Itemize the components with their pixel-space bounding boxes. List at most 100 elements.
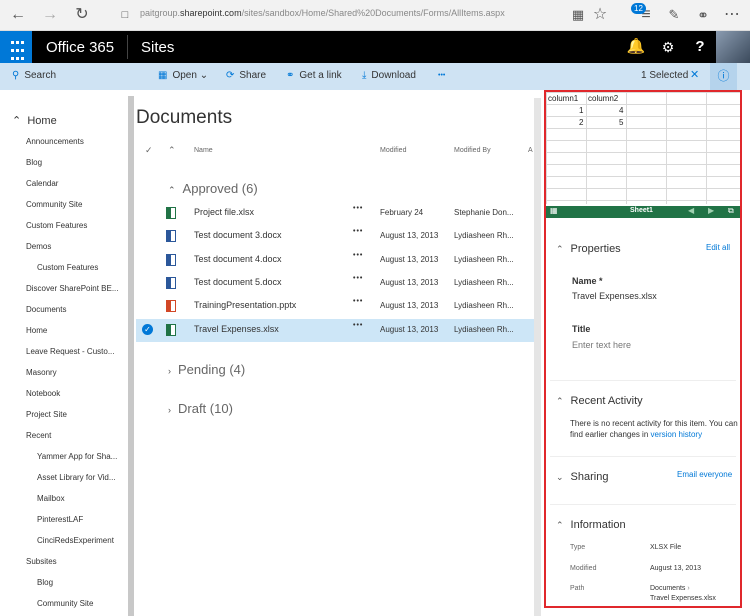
nav-item[interactable]: Subsites (26, 557, 57, 566)
more-browser-icon[interactable]: ⋯ (722, 5, 742, 25)
file-name[interactable]: Test document 3.docx (194, 230, 282, 240)
nav-item[interactable]: Announcements (26, 137, 84, 146)
share-button[interactable]: ⟳ Share (226, 70, 266, 81)
notification-bell-icon[interactable]: 🔔 (620, 31, 652, 63)
file-name[interactable]: Test document 4.docx (194, 254, 282, 264)
previous-sheet-icon[interactable]: ◀ (688, 206, 694, 215)
sort-chevron-up-icon[interactable]: ⌃ (168, 145, 176, 156)
version-history-link[interactable]: version history (651, 430, 703, 439)
file-row[interactable]: ✓ Travel Expenses.xlsx August 13, 2013 Lydi… (136, 318, 534, 342)
row-more-button[interactable]: ••• (353, 205, 363, 212)
address-bar[interactable]: paitgroup.sharepoint.com/sites/sandbox/H… (140, 8, 505, 18)
select-all-checkmark-icon[interactable]: ✓ (145, 145, 153, 156)
nav-item[interactable]: Recent (26, 431, 51, 440)
group-pending[interactable]: › Pending (4) (168, 362, 245, 377)
sheet-tab[interactable]: Sheet1 (630, 207, 653, 214)
settings-gear-icon[interactable]: ⚙ (652, 31, 684, 63)
clear-selection-close-icon[interactable]: ✕ (690, 68, 699, 81)
left-navigation: ⌃ Home Announcements Blog Calendar Communit… (0, 90, 128, 616)
row-more-button[interactable]: ••• (353, 252, 363, 259)
nav-item[interactable]: Mailbox (37, 494, 65, 503)
row-more-button[interactable]: ••• (353, 228, 363, 235)
email-everyone-link[interactable]: Email everyone (677, 470, 732, 479)
file-name[interactable]: Test document 5.docx (194, 277, 282, 287)
file-row[interactable]: Test document 3.docx August 13, 2013 Lydia… (136, 225, 534, 248)
nav-item[interactable]: Calendar (26, 179, 58, 188)
column-header-extra[interactable]: A (528, 147, 533, 154)
file-row[interactable]: Project file.xlsx February 24 Stephanie Do… (136, 202, 534, 225)
chevron-up-icon: ⌃ (168, 185, 176, 195)
nav-item[interactable]: Blog (26, 158, 42, 167)
help-icon[interactable]: ? (684, 31, 716, 63)
edit-all-link[interactable]: Edit all (706, 243, 730, 252)
reading-view-icon[interactable]: ▦ (568, 5, 588, 25)
chevron-down-icon: ⌄ (556, 472, 564, 482)
get-link-button[interactable]: ⚭ Get a link (286, 70, 342, 81)
file-row[interactable]: TrainingPresentation.pptx August 13, 2013… (136, 295, 534, 318)
nav-item[interactable]: Discover SharePoint BE... (26, 284, 118, 293)
user-avatar[interactable] (716, 31, 750, 63)
main-scrollbar[interactable] (534, 98, 541, 616)
refresh-icon[interactable]: ↻ (72, 5, 92, 25)
nav-item[interactable]: Documents (26, 305, 66, 314)
column-header-modified[interactable]: Modified (380, 147, 406, 154)
forward-icon[interactable]: → (40, 5, 60, 25)
popout-icon[interactable]: ⧉ (728, 206, 734, 216)
favorite-star-icon[interactable]: ☆ (590, 5, 610, 25)
nav-scrollbar[interactable] (128, 96, 134, 616)
xlsx-file-icon (166, 207, 176, 219)
search-button[interactable]: ⚲ Search (12, 70, 56, 81)
properties-header[interactable]: ⌃ Properties (556, 243, 621, 255)
back-icon[interactable]: ← (8, 5, 28, 25)
recent-activity-header[interactable]: ⌃ Recent Activity (556, 395, 643, 407)
info-path-key: Path (570, 585, 585, 592)
nav-item[interactable]: PinterestLAF (37, 515, 83, 524)
info-path-value[interactable]: Documents › (650, 585, 690, 592)
nav-item[interactable]: Demos (26, 242, 51, 251)
file-row[interactable]: Test document 4.docx August 13, 2013 Lydia… (136, 249, 534, 272)
chevron-right-icon: › (168, 366, 171, 376)
more-commands-button[interactable]: ••• (438, 72, 445, 79)
nav-item[interactable]: Community Site (26, 200, 82, 209)
column-header-name[interactable]: Name (194, 147, 213, 154)
group-draft[interactable]: › Draft (10) (168, 401, 233, 416)
nav-item[interactable]: Leave Request - Custo... (26, 347, 115, 356)
file-row[interactable]: Test document 5.docx August 13, 2013 Lydia… (136, 272, 534, 295)
nav-item[interactable]: Custom Features (26, 221, 87, 230)
office365-brand[interactable]: Office 365 (46, 39, 114, 56)
nav-item[interactable]: Asset Library for Vid... (37, 473, 116, 482)
app-launcher-icon[interactable] (0, 31, 32, 63)
nav-item[interactable]: Home (26, 326, 47, 335)
nav-item[interactable]: Community Site (37, 599, 93, 608)
nav-item[interactable]: Custom Features (37, 263, 98, 272)
file-name[interactable]: Travel Expenses.xlsx (194, 324, 279, 334)
selected-checkmark-icon[interactable]: ✓ (142, 323, 153, 335)
group-approved[interactable]: ⌃ Approved (6) (168, 181, 258, 196)
sharing-header[interactable]: ⌄ Sharing (556, 471, 608, 483)
information-header[interactable]: ⌃ Information (556, 519, 626, 531)
nav-home[interactable]: ⌃ Home (12, 114, 57, 127)
nav-item[interactable]: Project Site (26, 410, 67, 419)
download-button[interactable]: ⤓ Download (362, 70, 416, 81)
next-sheet-icon[interactable]: ▶ (708, 206, 714, 215)
file-name[interactable]: TrainingPresentation.pptx (194, 300, 296, 310)
title-field-input[interactable]: Enter text here (572, 340, 631, 350)
info-pane-icon[interactable]: ⓘ (710, 63, 737, 90)
sites-title[interactable]: Sites (141, 39, 174, 56)
row-more-button[interactable]: ••• (353, 275, 363, 282)
nav-item[interactable]: Yammer App for Sha... (37, 452, 117, 461)
nav-item[interactable]: Notebook (26, 389, 60, 398)
nav-item[interactable]: Blog (37, 578, 53, 587)
excel-icon: ▦ (550, 206, 558, 215)
nav-item[interactable]: CinciRedsExperiment (37, 536, 114, 545)
column-header-modified-by[interactable]: Modified By (454, 147, 491, 154)
nav-item[interactable]: Masonry (26, 368, 57, 377)
row-more-button[interactable]: ••• (353, 322, 363, 329)
name-field-value[interactable]: Travel Expenses.xlsx (572, 291, 657, 301)
open-button[interactable]: ▦ Open ⌄ (158, 70, 208, 81)
web-note-icon[interactable]: ✎ (664, 5, 684, 25)
file-name[interactable]: Project file.xlsx (194, 207, 254, 217)
share-browser-icon[interactable]: ⚭ (693, 5, 713, 25)
row-more-button[interactable]: ••• (353, 298, 363, 305)
path-segment-documents[interactable]: Documents (650, 585, 685, 592)
